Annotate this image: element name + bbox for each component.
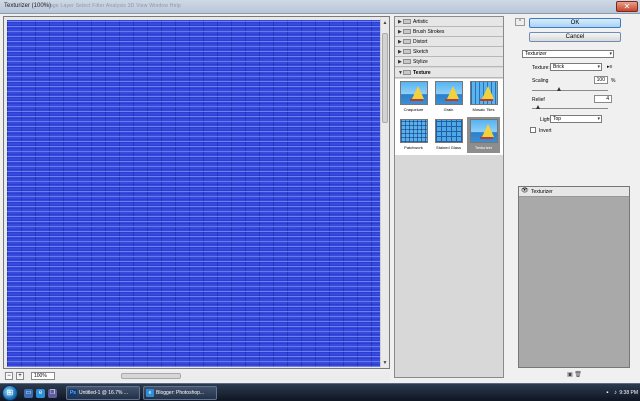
system-tray: ▪ ♪ 9:38 PM — [603, 386, 638, 400]
layer-buttons: ▣🗑 — [566, 371, 582, 378]
filter-thumbnail-image — [435, 119, 463, 143]
filter-stained-glass[interactable]: Stained Glass — [432, 117, 465, 153]
preview-image[interactable] — [7, 20, 380, 367]
ok-button[interactable]: OK — [529, 18, 621, 28]
category-texture[interactable]: ▼ Texture — [395, 68, 503, 78]
filter-label: Craquelure — [403, 107, 424, 112]
category-label: Sketch — [413, 49, 429, 55]
texture-label: Texture: — [532, 65, 550, 71]
category-sketch[interactable]: ▶ Sketch — [395, 47, 503, 57]
filter-thumbnail-image — [470, 119, 498, 143]
filter-select[interactable]: Texturizer ▾ — [522, 50, 614, 58]
relief-slider-knob-icon[interactable] — [536, 105, 540, 109]
category-stylize[interactable]: ▶ Stylize — [395, 57, 503, 67]
category-label: Brush Strokes — [413, 29, 445, 35]
filter-thumbnail-image — [435, 81, 463, 105]
taskbar-item-label: Blogger: Photoshop... — [156, 390, 205, 396]
dropdown-arrow-icon: ▾ — [609, 51, 612, 57]
scaling-label: Scaling — [532, 78, 549, 84]
network-icon[interactable]: ▪ — [603, 386, 611, 400]
texture-select-value: Brick — [553, 64, 565, 70]
folder-icon — [403, 39, 411, 44]
light-select-value: Top — [553, 116, 562, 122]
eye-icon[interactable]: 👁 — [521, 188, 529, 195]
relief-slider-track[interactable] — [532, 108, 608, 109]
preview-vertical-scrollbar[interactable]: ▲ ▼ — [380, 19, 388, 367]
invert-checkbox[interactable] — [530, 127, 536, 133]
filter-label: Patchwork — [404, 145, 423, 150]
folder-icon — [403, 19, 411, 24]
category-brush-strokes[interactable]: ▶ Brush Strokes — [395, 27, 503, 37]
category-label: Artistic — [413, 19, 428, 25]
scaling-slider-track[interactable] — [532, 90, 608, 91]
collapse-gallery-button[interactable]: ⌃ — [515, 18, 525, 26]
background-menu-ghost: Image Layer Select Filter Analysis 3D Vi… — [44, 3, 181, 9]
filter-label: Grain — [443, 107, 454, 112]
cancel-button[interactable]: Cancel — [529, 32, 621, 42]
horizontal-scrollbar-thumb[interactable] — [121, 373, 181, 379]
category-label: Stylize — [413, 59, 428, 65]
folder-open-icon — [403, 70, 411, 75]
new-effect-layer-icon[interactable]: ▣ — [566, 371, 574, 378]
start-button[interactable]: ⊞ — [2, 385, 18, 401]
zoom-bar: − + 100% — [3, 371, 390, 381]
scrollbar-thumb[interactable] — [382, 33, 388, 123]
taskbar-item-browser[interactable]: e Blogger: Photoshop... — [143, 386, 217, 400]
folder-icon — [403, 49, 411, 54]
photoshop-icon: Ps — [69, 389, 77, 397]
light-select[interactable]: Top ▾ — [550, 115, 602, 123]
scaling-unit: % — [611, 78, 616, 84]
taskbar-item-photoshop[interactable]: Ps Untitled-1 @ 16.7% ... — [66, 386, 140, 400]
scroll-down-icon[interactable]: ▼ — [381, 359, 389, 367]
preview-panel: ▲ ▼ — [3, 16, 390, 369]
internet-explorer-icon[interactable]: e — [36, 389, 45, 398]
internet-explorer-icon: e — [146, 389, 154, 397]
effect-layers-panel: 👁 Texturizer — [518, 186, 630, 368]
dialog-title-bar: Texturizer (100%) Image Layer Select Fil… — [0, 0, 640, 14]
effect-layer-row[interactable]: 👁 Texturizer — [519, 187, 629, 197]
texture-menu-icon[interactable]: ▸≡ — [607, 64, 612, 70]
clock[interactable]: 9:38 PM — [619, 390, 638, 396]
zoom-in-button[interactable]: + — [16, 372, 24, 380]
scroll-up-icon[interactable]: ▲ — [381, 19, 389, 27]
zoom-level-field[interactable]: 100% — [31, 372, 55, 380]
folder-icon — [403, 59, 411, 64]
taskbar: ⊞ ▭ e ❐ Ps Untitled-1 @ 16.7% ... e Blog… — [0, 383, 640, 401]
filter-thumbnail-image — [400, 119, 428, 143]
close-button[interactable]: ✕ — [616, 1, 638, 12]
category-label: Distort — [413, 39, 428, 45]
filter-label: Mosaic Tiles — [472, 107, 495, 112]
relief-label: Relief — [532, 97, 545, 103]
filter-label: Texturizer — [474, 145, 493, 150]
filter-grain[interactable]: Grain — [432, 79, 465, 115]
filter-craquelure[interactable]: Craquelure — [397, 79, 430, 115]
dropdown-arrow-icon: ▾ — [597, 116, 600, 122]
texture-select[interactable]: Brick ▾ — [550, 63, 602, 71]
filter-settings-panel: Texturizer ▾ Texture: Brick ▾ ▸≡ Scaling… — [522, 46, 630, 180]
taskbar-item-label: Untitled-1 @ 16.7% ... — [79, 390, 128, 396]
invert-label: Invert — [539, 128, 552, 134]
filter-thumbnail-image — [470, 81, 498, 105]
category-label: Texture — [413, 70, 431, 76]
zoom-out-button[interactable]: − — [5, 372, 13, 380]
dropdown-arrow-icon: ▾ — [597, 64, 600, 70]
filter-select-value: Texturizer — [525, 51, 547, 57]
scaling-slider-knob-icon[interactable] — [557, 87, 561, 91]
relief-field[interactable]: 4 — [594, 95, 612, 103]
show-desktop-icon[interactable]: ▭ — [24, 389, 33, 398]
scaling-field[interactable]: 100 — [594, 76, 608, 84]
delete-effect-layer-icon[interactable]: 🗑 — [574, 371, 582, 378]
filter-patchwork[interactable]: Patchwork — [397, 117, 430, 153]
filter-thumbnails: Craquelure Grain Mosaic Tiles Patchwork … — [395, 79, 503, 155]
category-distort[interactable]: ▶ Distort — [395, 37, 503, 47]
switch-windows-icon[interactable]: ❐ — [48, 389, 57, 398]
folder-icon — [403, 29, 411, 34]
filter-gallery: ▶ Artistic ▶ Brush Strokes ▶ Distort ▶ Sketc… — [394, 16, 504, 378]
filter-mosaic-tiles[interactable]: Mosaic Tiles — [467, 79, 500, 115]
filter-texturizer[interactable]: Texturizer — [467, 117, 500, 153]
filter-thumbnail-image — [400, 81, 428, 105]
category-artistic[interactable]: ▶ Artistic — [395, 17, 503, 27]
filter-label: Stained Glass — [436, 145, 461, 150]
effect-layer-label: Texturizer — [531, 189, 553, 195]
